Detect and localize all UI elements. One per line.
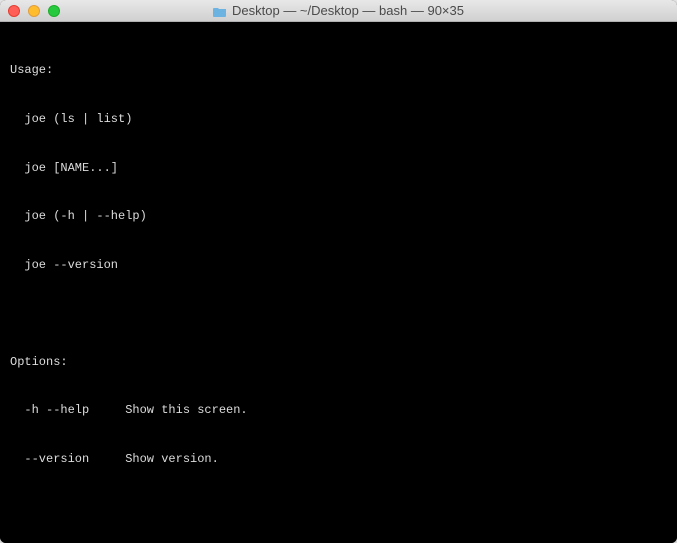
terminal-viewport[interactable]: Usage: joe (ls | list) joe [NAME...] joe… <box>0 22 677 543</box>
blank-line <box>10 499 667 515</box>
folder-icon <box>213 5 227 16</box>
option-line: --version Show version. <box>10 451 667 467</box>
options-header: Options: <box>10 354 667 370</box>
usage-header: Usage: <box>10 62 667 78</box>
usage-line: joe (-h | --help) <box>10 208 667 224</box>
minimize-icon[interactable] <box>28 5 40 17</box>
blank-line <box>10 305 667 321</box>
usage-line: joe --version <box>10 257 667 273</box>
window-title: Desktop — ~/Desktop — bash — 90×35 <box>0 3 677 18</box>
maximize-icon[interactable] <box>48 5 60 17</box>
close-icon[interactable] <box>8 5 20 17</box>
usage-line: joe [NAME...] <box>10 160 667 176</box>
option-line: -h --help Show this screen. <box>10 402 667 418</box>
traffic-lights <box>8 5 60 17</box>
terminal-window: Desktop — ~/Desktop — bash — 90×35 Usage… <box>0 0 677 543</box>
usage-line: joe (ls | list) <box>10 111 667 127</box>
titlebar[interactable]: Desktop — ~/Desktop — bash — 90×35 <box>0 0 677 22</box>
window-title-text: Desktop — ~/Desktop — bash — 90×35 <box>232 3 464 18</box>
